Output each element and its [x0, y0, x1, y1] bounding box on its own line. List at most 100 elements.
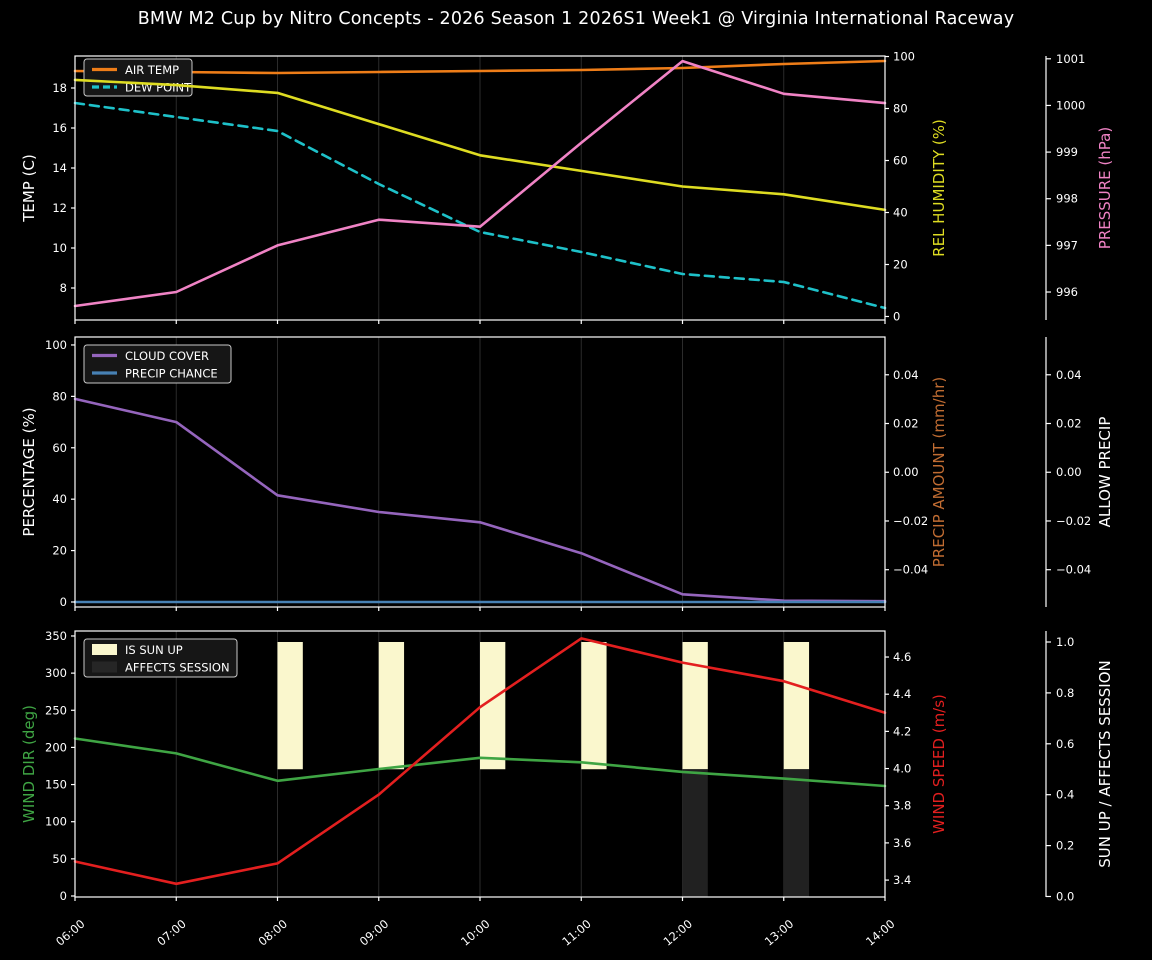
affects-session-bar: [682, 769, 708, 897]
y-tick-label: 0: [893, 309, 900, 323]
axis-label: WIND DIR (deg): [20, 705, 38, 823]
axis-label: REL HUMIDITY (%): [930, 119, 948, 257]
y-tick-label: 100: [45, 338, 67, 352]
axis-pressure: 996 997 998 999 1000 1001 PRESSURE (hPa): [1045, 52, 1114, 320]
y-tick-label: 100: [45, 815, 67, 829]
y-tick-label: 60: [52, 441, 67, 455]
y-tick-label: 1.0: [1056, 635, 1074, 649]
y-tick-label: 40: [893, 206, 908, 220]
y-tick-label: 0.8: [1056, 686, 1074, 700]
forecast-chart-canvas: AIR TEMPDEW POINT 8 10 12 14 16 18 TEMP (C) 0 20 4…: [20, 50, 1114, 949]
x-tick-label: 12:00: [661, 917, 695, 949]
x-tick-label: 14:00: [863, 917, 897, 949]
y-tick-label: −0.04: [893, 563, 928, 577]
y-tick-label: 40: [52, 492, 67, 506]
axis-precip: 0.04 0.02 0.00 −0.02 −0.04PRECIP AMOUNT (mm/…: [885, 368, 948, 577]
panel-temperature: AIR TEMPDEW POINT 8 10 12 14 16 18 TEMP (C) 0 20 4…: [20, 50, 1114, 324]
y-tick-label: 50: [52, 852, 67, 866]
y-tick-label: 996: [1056, 285, 1078, 299]
y-tick-label: 0: [60, 595, 67, 609]
y-tick-label: 0.2: [1056, 839, 1074, 853]
axis-sun: 0.0 0.2 0.4 0.6 0.8 1.0 SUN UP / AFFECTS SESSI…: [1045, 631, 1114, 903]
y-tick-label: 250: [45, 703, 67, 717]
y-tick-label: 997: [1056, 238, 1078, 252]
panel-wind: IS SUN UP AFFECTS SESSION 06:00 07:00 08:00 0…: [20, 629, 1114, 949]
axis-allow: 0.04 0.02 0.00 −0.02 −0.04 ALLOW PRECIP: [1045, 337, 1114, 607]
is-sun-up-bar: [682, 641, 708, 770]
y-tick-label: 0.00: [1056, 465, 1082, 479]
axis-label: ALLOW PRECIP: [1096, 417, 1114, 528]
axis-pct: 0 20 40 60 80 100 PERCENTAGE (%): [20, 338, 75, 609]
legend: AIR TEMPDEW POINT: [83, 58, 193, 97]
legend: CLOUD COVER PRECIP CHANCE: [83, 344, 232, 384]
y-tick-label: 3.6: [893, 836, 911, 850]
axis-label: WIND SPEED (m/s): [930, 694, 948, 834]
y-tick-label: 20: [893, 257, 908, 271]
y-tick-label: 10: [52, 241, 67, 255]
y-tick-label: −0.02: [1056, 514, 1091, 528]
legend: IS SUN UP AFFECTS SESSION: [83, 638, 238, 678]
panel-percentage: CLOUD COVER PRECIP CHANCE 0 20 40 60 80 100 PERC…: [20, 336, 1114, 611]
x-tick-label: 08:00: [256, 917, 290, 949]
legend-label: AIR TEMP: [125, 63, 179, 77]
axis-winddir: 0 50 100 150 200 250 300 350 WIND DIR (deg): [20, 629, 75, 903]
axis-windspeed: 3.4 3.6 3.8 4.0 4.2 4.4 4.6 WIND SPEED (m/s): [885, 650, 948, 887]
y-tick-label: 0.4: [1056, 788, 1074, 802]
is-sun-up-bar: [581, 641, 607, 770]
x-tick-label: 09:00: [357, 917, 391, 949]
axis-label: TEMP (C): [20, 154, 38, 223]
y-tick-label: 0.02: [893, 417, 919, 431]
axis-label: PRESSURE (hPa): [1096, 127, 1114, 249]
y-tick-label: 0.6: [1056, 737, 1074, 751]
y-tick-label: −0.02: [893, 514, 928, 528]
y-tick-label: 150: [45, 778, 67, 792]
y-tick-label: 80: [893, 102, 908, 116]
affects-session-bar: [783, 769, 810, 897]
y-tick-label: 60: [893, 154, 908, 168]
x-tick-label: 10:00: [458, 917, 492, 949]
y-tick-label: 999: [1056, 145, 1078, 159]
y-tick-label: 4.6: [893, 650, 911, 664]
legend-swatch-rect: [92, 661, 117, 673]
y-tick-label: 18: [52, 81, 67, 95]
axis-humidity: 0 20 40 60 80 100 REL HUMIDITY (%): [885, 50, 948, 323]
y-tick-label: 350: [45, 629, 67, 643]
y-tick-label: 4.4: [893, 687, 911, 701]
axis-label: SUN UP / AFFECTS SESSION: [1096, 660, 1114, 868]
x-tick-label: 11:00: [559, 917, 593, 949]
x-tick-label: 13:00: [762, 917, 796, 949]
is-sun-up-bar: [277, 641, 303, 770]
y-tick-label: 3.8: [893, 799, 911, 813]
y-tick-label: 0.04: [893, 368, 919, 382]
y-tick-label: 3.4: [893, 873, 911, 887]
axis-label: PERCENTAGE (%): [20, 407, 38, 536]
axis-label: PRECIP AMOUNT (mm/hr): [930, 377, 948, 567]
y-tick-label: 1001: [1056, 52, 1085, 66]
is-sun-up-bar: [378, 641, 405, 770]
y-tick-label: −0.04: [1056, 563, 1091, 577]
x-tick-label: 06:00: [53, 917, 87, 949]
legend-label: CLOUD COVER: [125, 349, 209, 363]
y-tick-label: 300: [45, 666, 67, 680]
y-tick-label: 0.04: [1056, 368, 1082, 382]
y-tick-label: 200: [45, 740, 67, 754]
y-tick-label: 0.0: [1056, 889, 1074, 903]
y-tick-label: 4.2: [893, 724, 911, 738]
axis-temp: 8 10 12 14 16 18 TEMP (C): [20, 81, 75, 295]
y-tick-label: 80: [52, 389, 67, 403]
y-tick-label: 0.00: [893, 465, 919, 479]
y-tick-label: 100: [893, 50, 915, 64]
y-tick-label: 998: [1056, 192, 1078, 206]
y-tick-label: 12: [52, 201, 67, 215]
y-tick-label: 4.0: [893, 762, 911, 776]
legend-label: PRECIP CHANCE: [125, 367, 218, 381]
x-tick-label: 07:00: [154, 917, 188, 949]
legend-label: IS SUN UP: [125, 643, 183, 657]
y-tick-label: 1000: [1056, 98, 1085, 112]
is-sun-up-bar: [783, 641, 810, 770]
y-tick-label: 14: [52, 161, 67, 175]
legend-swatch-rect: [92, 644, 117, 655]
y-tick-label: 0: [60, 889, 67, 903]
legend-label: AFFECTS SESSION: [125, 661, 230, 675]
y-tick-label: 16: [52, 121, 67, 135]
